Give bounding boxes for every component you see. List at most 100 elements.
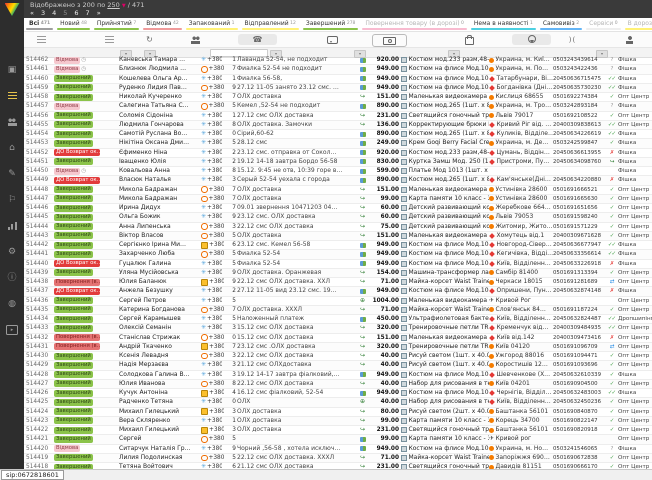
client-contact[interactable]: +3803 [201, 223, 237, 231]
tracking-number[interactable]: 20450636613955 [553, 149, 605, 157]
tracking-number[interactable]: 0501691665630 [553, 195, 605, 203]
client-contact[interactable]: +3805 [201, 435, 237, 443]
tab-Запакований[interactable]: Запакований1 [184, 18, 240, 31]
page-first-button[interactable]: « [30, 9, 34, 17]
delivery-address[interactable]: Кривий Ріг від. … [489, 121, 553, 129]
delivery-address[interactable]: ✈Кривой рог [489, 435, 553, 443]
order-row[interactable]: 514423ЗавершенийВера Скляренко✳+3801ОЛХ … [24, 417, 652, 426]
order-row[interactable]: 514442ЗавершенийСергієнко Ірина Ми…+3806… [24, 241, 652, 250]
tracking-number[interactable]: 20450632483003 [553, 389, 605, 397]
tracking-number[interactable]: 0503242893184 [553, 102, 605, 110]
tracking-number[interactable]: 20450632610339 [553, 371, 605, 379]
client-name[interactable]: Сергей Карамышев [119, 315, 201, 323]
order-product[interactable]: Костюм на флисе Мод.1014 (1ш… [401, 371, 489, 379]
order-status[interactable]: Відмова [54, 103, 104, 110]
tracking-number[interactable]: 0501691187224 [553, 306, 605, 314]
order-row[interactable]: 514445ЗавершенийОльга Божик✳+380923.12 с… [24, 213, 652, 222]
tab-Завершений[interactable]: Завершений278 [301, 18, 361, 31]
tracking-number[interactable]: 0501691096709 [553, 343, 605, 351]
delivery-address[interactable]: Черкаси 18015 [489, 278, 553, 286]
client-contact[interactable]: ✳+3802 [201, 158, 237, 166]
order-product[interactable]: Рисуй светом (1шт. х 40.00 = 40… [401, 361, 489, 369]
tracking-number[interactable]: 20450634098760 [553, 158, 605, 166]
client-contact[interactable]: ✳+3800 [201, 130, 237, 138]
tracking-number[interactable]: 0501690672838 [553, 454, 605, 462]
order-product[interactable]: Костюм мод.265 (1шт. х 890.00 … [401, 130, 489, 138]
delivery-address[interactable]: Київ 04120 [489, 343, 553, 351]
client-name[interactable]: Надія Мерзаєва [119, 361, 201, 369]
order-product[interactable]: Корректирующие брюки Hollyw… [401, 121, 489, 129]
order-row[interactable]: 514441ЗавершенийЗахарченко Люба+3805Фиал… [24, 250, 652, 259]
delivery-address[interactable]: Київ, Відділенн… [489, 398, 553, 406]
client-contact[interactable]: +3808 [201, 380, 237, 388]
tracking-number[interactable]: 0501692274384 [553, 93, 605, 101]
order-row[interactable]: 514461Відмова◷Близнюк Людмила …+3807Фиал… [24, 65, 652, 74]
order-product[interactable]: Тренировочные петли TRX Train… [401, 324, 489, 332]
order-row[interactable]: 514458ЗавершенийНиколай Кучеренко✳+3807О… [24, 93, 652, 102]
page-button-3[interactable]: 3 [41, 9, 45, 17]
delivery-address[interactable]: Жеребкове 664… [489, 204, 553, 212]
order-product[interactable]: Костюм мод.265 (1шт. х 890.00 … [401, 102, 489, 110]
order-product[interactable]: Майка-корсет Waist Trainer *142… [401, 454, 489, 462]
product-column-icon[interactable] [464, 34, 475, 45]
client-contact[interactable]: +3805 [201, 232, 237, 240]
client-contact[interactable]: +3807 [201, 195, 237, 203]
delivery-address[interactable]: Цумань, Віддін… [489, 149, 553, 157]
client-contact[interactable]: ✳+3801 [201, 75, 237, 83]
order-product[interactable]: Майка-корсет Waist Trainer *142… [401, 306, 489, 314]
tracking-number[interactable]: 0501690904500 [553, 380, 605, 388]
delivery-address[interactable]: Корець 34700 [489, 417, 553, 425]
order-row[interactable]: 514462Відмова◷Каневська Тамара …✳+3801Ла… [24, 56, 652, 65]
order-row[interactable]: 514426ЗавершенийКучук Антоніна+380416.12… [24, 389, 652, 398]
client-contact[interactable]: ✳+3805 [201, 297, 237, 305]
order-row[interactable]: 514444ЗавершенийАнна Липенська+380322.12… [24, 223, 652, 232]
status-column-icon[interactable] [36, 34, 47, 45]
tab-Відмова[interactable]: Відмова42 [141, 18, 184, 31]
delivery-address[interactable]: Татарбунари, Ві… [489, 75, 553, 83]
tab-Всі[interactable]: Всі471 [24, 18, 55, 31]
client-contact[interactable]: +3804 [201, 389, 237, 397]
order-row[interactable]: 514438Повернення (в…Юлия Баланюк+380922.… [24, 278, 652, 287]
order-row[interactable]: 514454ЗавершенийСамотій Руслана Во…✳+380… [24, 130, 652, 139]
manager-column-icon[interactable] [624, 34, 635, 45]
client-name[interactable]: Ирина Дидух [119, 204, 201, 212]
order-product[interactable]: Костюм мод.233 разм,48-58 (1… [401, 149, 489, 157]
order-row[interactable]: 514434ЗавершенийСергей Карамышев✳+3805На… [24, 315, 652, 324]
tab-Новий[interactable]: Новий48 [55, 18, 92, 31]
app-logo[interactable] [5, 3, 20, 16]
client-contact[interactable]: ✳+3809 [201, 445, 237, 453]
order-row[interactable]: 514455ЗавершенийЛюдмила Гончарова✳+3808О… [24, 121, 652, 130]
order-status[interactable]: Завершений [54, 390, 104, 397]
order-product[interactable]: Детский развивающий констру… [401, 223, 489, 231]
client-name[interactable]: Михаил Гилецький [119, 408, 201, 416]
order-row[interactable]: 514432Повернення (в…Станіслав Стрижак+38… [24, 334, 652, 343]
order-product[interactable]: Костюм на флисе Мод.1014 (1ш… [401, 241, 489, 249]
delivery-address[interactable]: Новгород-Сівер… [489, 241, 553, 249]
delivery-address[interactable]: Хомутець від.1 [489, 232, 553, 240]
client-contact[interactable]: +3809 [201, 84, 237, 92]
client-name[interactable]: Руденко Лидия Пав… [119, 84, 201, 92]
order-product[interactable]: Машина-трансформер ламборд… [401, 269, 489, 277]
order-status[interactable]: Завершений [54, 316, 104, 323]
order-status[interactable]: Завершений [54, 223, 104, 230]
order-status[interactable]: Завершений [54, 186, 104, 193]
client-contact[interactable]: +3803 [201, 426, 237, 434]
client-name[interactable]: Кучук Антоніна [119, 389, 201, 397]
client-contact[interactable]: +3809 [201, 278, 237, 286]
client-name[interactable]: Ковальова Анна [119, 167, 201, 175]
tracking-number[interactable]: 0501691281689 [553, 278, 605, 286]
delivery-address[interactable]: Запоріжжя 690… [489, 454, 553, 462]
delivery-address[interactable]: Київ 04201 [489, 380, 553, 388]
company-icon[interactable]: ⌂ [6, 142, 18, 153]
page-last-button[interactable]: » [97, 9, 101, 17]
client-name[interactable]: Близнюк Людмила … [119, 65, 201, 73]
client-contact[interactable]: ✳+3807 [201, 93, 237, 101]
tab-Нема в наявності[interactable]: Нема в наявності1 [469, 18, 538, 31]
order-product[interactable]: Детский развивающий констру… [401, 213, 489, 221]
tracking-number[interactable]: 0503243439614 [553, 56, 605, 64]
delivery-address[interactable]: Житомир, Жито… [489, 223, 553, 231]
order-product[interactable]: Костюм на флисе Мод.1014 (1ш… [401, 389, 489, 397]
client-contact[interactable]: ✳+3808 [201, 121, 237, 129]
tracking-number[interactable]: 0501690820918 [553, 426, 605, 434]
page-button-4[interactable]: 4 [52, 9, 56, 17]
